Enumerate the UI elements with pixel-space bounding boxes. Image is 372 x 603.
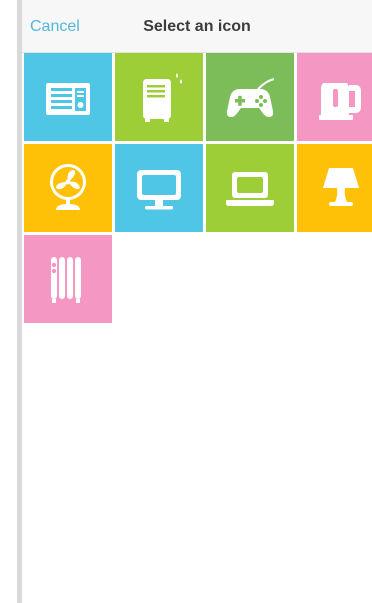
- air-conditioner-icon: [46, 83, 90, 115]
- icon-tile-game-controller[interactable]: [206, 53, 294, 141]
- kettle-icon: [319, 83, 361, 120]
- icon-tile-lamp[interactable]: [297, 144, 372, 232]
- icon-tile-monitor[interactable]: [115, 144, 203, 232]
- monitor-icon: [137, 170, 181, 210]
- icon-tile-air-conditioner[interactable]: [24, 53, 112, 141]
- oil-radiator-heater-icon: [51, 257, 81, 303]
- icon-tile-fan[interactable]: [24, 144, 112, 232]
- fan-icon: [50, 164, 86, 210]
- laptop-icon: [226, 172, 274, 206]
- dehumidifier-icon: [143, 73, 182, 122]
- game-controller-icon: [226, 78, 275, 117]
- lamp-icon: [323, 168, 359, 206]
- navigation-bar: Cancel Select an icon: [22, 0, 372, 53]
- icon-tile-oil-radiator-heater[interactable]: [24, 235, 112, 323]
- icon-tile-kettle[interactable]: [297, 53, 372, 141]
- page-title: Select an icon: [143, 18, 251, 35]
- icon-tile-dehumidifier[interactable]: [115, 53, 203, 141]
- icon-tile-laptop[interactable]: [206, 144, 294, 232]
